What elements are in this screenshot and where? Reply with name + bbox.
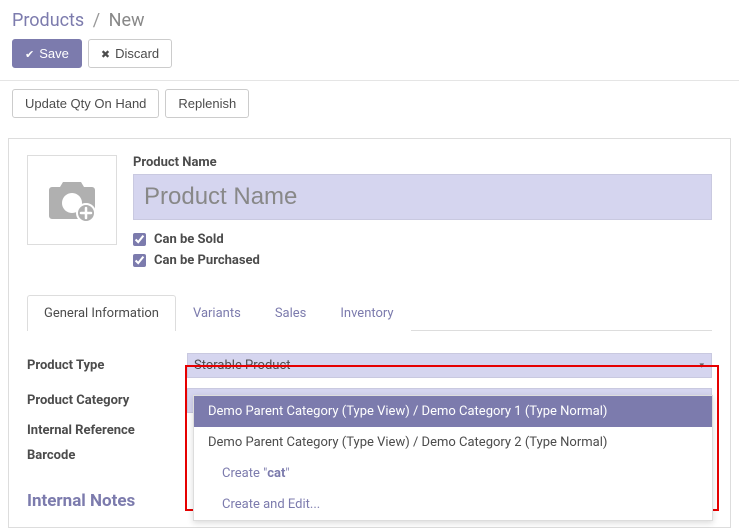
dropdown-create-option[interactable]: Create "cat": [194, 458, 712, 489]
discard-button-label: Discard: [115, 46, 159, 61]
camera-plus-icon: [42, 175, 102, 225]
checks: Can be Sold Can be Purchased: [133, 232, 712, 268]
tab-variants[interactable]: Variants: [176, 295, 258, 331]
can-be-purchased-checkbox[interactable]: [133, 254, 146, 267]
caret-down-icon: ▾: [699, 361, 704, 371]
save-button-label: Save: [39, 46, 69, 61]
name-section: Product Name Can be Sold Can be Purchase…: [133, 155, 712, 274]
dropdown-create-edit-option[interactable]: Create and Edit...: [194, 489, 712, 520]
barcode-label: Barcode: [27, 448, 187, 463]
replenish-button[interactable]: Replenish: [165, 89, 249, 118]
create-term: cat: [267, 466, 285, 481]
can-be-sold-checkbox[interactable]: [133, 233, 146, 246]
breadcrumb-root[interactable]: Products: [12, 10, 84, 31]
discard-button[interactable]: Discard: [88, 39, 172, 68]
update-qty-button[interactable]: Update Qty On Hand: [12, 89, 159, 118]
can-be-purchased-label: Can be Purchased: [154, 253, 260, 268]
product-category-label: Product Category: [27, 393, 187, 408]
times-icon: [101, 46, 110, 61]
top-section: Product Name Can be Sold Can be Purchase…: [27, 155, 712, 274]
can-be-sold-label: Can be Sold: [154, 232, 224, 247]
check-icon: [25, 46, 34, 61]
can-be-sold-row: Can be Sold: [133, 232, 712, 247]
action-button-row: Update Qty On Hand Replenish: [0, 80, 739, 126]
tab-inventory[interactable]: Inventory: [323, 295, 410, 331]
can-be-purchased-row: Can be Purchased: [133, 253, 712, 268]
product-type-label: Product Type: [27, 358, 187, 373]
product-type-select[interactable]: Storable Product ▾: [187, 353, 712, 378]
breadcrumb: Products / New: [0, 0, 739, 39]
product-type-wrapper: Storable Product ▾: [187, 353, 712, 378]
internal-reference-label: Internal Reference: [27, 423, 187, 438]
tab-general-information[interactable]: General Information: [27, 295, 176, 331]
save-button[interactable]: Save: [12, 39, 82, 68]
dropdown-option-1[interactable]: Demo Parent Category (Type View) / Demo …: [194, 396, 712, 427]
form-sheet: Product Name Can be Sold Can be Purchase…: [8, 138, 731, 528]
tabs: General Information Variants Sales Inven…: [27, 294, 712, 331]
breadcrumb-current: New: [109, 10, 145, 31]
primary-button-row: Save Discard: [0, 39, 739, 80]
product-name-label: Product Name: [133, 155, 712, 170]
dropdown-option-2[interactable]: Demo Parent Category (Type View) / Demo …: [194, 427, 712, 458]
product-name-input[interactable]: [133, 174, 712, 220]
create-prefix: Create ": [222, 466, 267, 481]
product-category-dropdown: Demo Parent Category (Type View) / Demo …: [193, 395, 713, 521]
product-type-value: Storable Product: [194, 358, 291, 373]
breadcrumb-separator: /: [93, 10, 100, 31]
create-suffix: ": [285, 466, 289, 481]
tab-sales[interactable]: Sales: [258, 295, 324, 331]
product-image-upload[interactable]: [27, 155, 117, 245]
